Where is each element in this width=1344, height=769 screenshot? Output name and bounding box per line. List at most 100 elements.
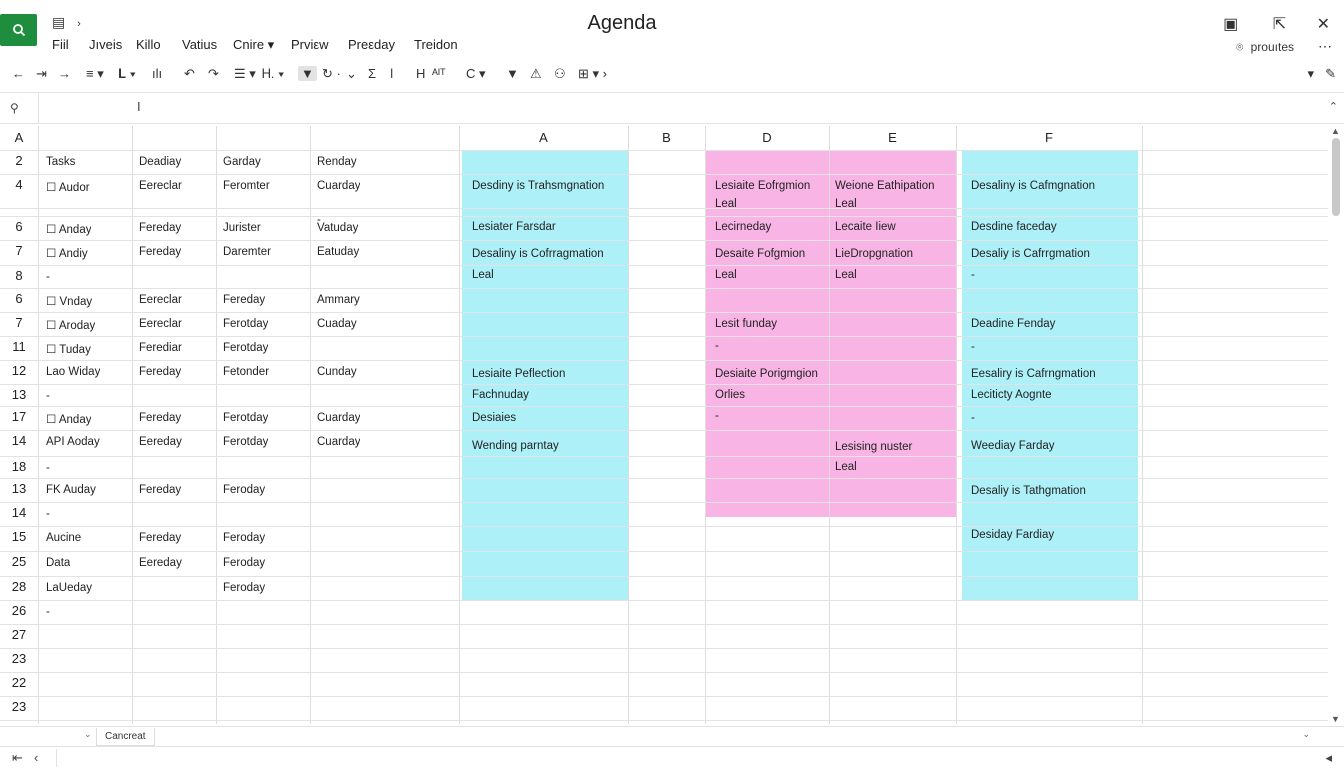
chevron-up-icon[interactable]: ⌃	[1329, 100, 1338, 113]
table-cell[interactable]: API Aoday	[46, 436, 100, 448]
cell-d-9[interactable]: Orlies	[715, 389, 745, 401]
rotate-icon[interactable]: ↻ ·	[322, 66, 341, 82]
table-cell[interactable]: FK Auday	[46, 484, 96, 496]
formula-input-cursor[interactable]: I	[137, 99, 141, 114]
warning-icon[interactable]: ⚠	[530, 66, 542, 82]
table-cell[interactable]: -	[46, 508, 50, 520]
table-cell[interactable]: Cuarday	[317, 180, 360, 192]
row-number[interactable]: 6	[0, 291, 38, 306]
row-number[interactable]: 14	[0, 433, 38, 448]
row-number[interactable]: 13	[0, 481, 38, 496]
bold-icon[interactable]: 𝐋 ▾	[118, 66, 136, 82]
cell-a-3[interactable]: Desaliny is Cofrragmation	[472, 248, 604, 260]
user-icon[interactable]: ⚇	[554, 66, 566, 82]
nav-first-icon[interactable]: ⇤	[12, 750, 23, 766]
table-cell[interactable]: Fereday	[139, 532, 181, 544]
table-cell[interactable]: Feroday	[223, 582, 265, 594]
spreadsheet-grid[interactable]: A A B D E F 2 Tasks Deadiay Garday Renday 4 ☐ …	[0, 126, 1328, 724]
row-number[interactable]: 23	[0, 699, 38, 714]
redo-icon[interactable]: ↷	[208, 66, 219, 82]
table-cell[interactable]: Data	[46, 557, 70, 569]
cell-a-1[interactable]: Desdiny is Trahsmgnation	[472, 180, 604, 192]
row-number[interactable]: 13	[0, 387, 38, 402]
chevron-down-icon[interactable]: ⌄	[84, 729, 92, 740]
table-cell[interactable]: Renday	[317, 156, 357, 168]
table-cell[interactable]: Feroday	[223, 484, 265, 496]
format-icon[interactable]: Ꮋ. ▾	[262, 66, 284, 82]
table-cell[interactable]: Eereclar	[139, 294, 182, 306]
row-number[interactable]: 11	[0, 339, 38, 354]
table-cell[interactable]: ☐ Anday	[46, 412, 91, 426]
menu-item-3[interactable]: Killo	[136, 37, 161, 52]
scroll-down-icon[interactable]: ▼	[1331, 714, 1340, 724]
edit-pen-icon[interactable]: ✎	[1325, 66, 1336, 82]
table-cell[interactable]: Fereday	[139, 246, 181, 258]
column-header-f[interactable]: F	[956, 126, 1142, 150]
table-cell[interactable]: Fereday	[139, 366, 181, 378]
text-format-icon[interactable]: H	[416, 66, 425, 81]
table-cell[interactable]: Eatuday	[317, 246, 359, 258]
row-number[interactable]: 12	[0, 363, 38, 378]
table-cell[interactable]: Lao Widay	[46, 366, 100, 378]
table-cell[interactable]: Ferotday	[223, 436, 268, 448]
table-cell[interactable]: Fereday	[139, 222, 181, 234]
table-cell[interactable]: Ferotday	[223, 318, 268, 330]
vertical-scrollbar[interactable]: ▲ ▼	[1328, 126, 1344, 724]
cell-d-8[interactable]: Desiaite Porigmgion	[715, 368, 818, 380]
row-number[interactable]: 27	[0, 627, 38, 642]
cell-e-3[interactable]: Lecaite Iiew	[835, 221, 896, 233]
align-icon[interactable]: ≡ ▾	[86, 66, 104, 82]
cell-d-7[interactable]: -	[715, 340, 719, 352]
row-number[interactable]: 23	[0, 651, 38, 666]
cell-d-10[interactable]: -	[715, 410, 719, 422]
column-header-a[interactable]: A	[459, 126, 628, 150]
arrow-icon[interactable]: ⇥	[36, 66, 47, 82]
cell-a-2[interactable]: Lesiater Farsdar	[472, 221, 556, 233]
table-cell[interactable]: Tasks	[46, 156, 75, 168]
currency-icon[interactable]: C ▾	[466, 66, 486, 82]
row-number[interactable]: 6	[0, 219, 38, 234]
table-cell[interactable]: -	[46, 271, 50, 283]
cell-d-3[interactable]: Lecirneday	[715, 221, 771, 233]
nav-prev-icon[interactable]: ‹	[34, 750, 38, 765]
table-cell[interactable]: Cuarday	[317, 412, 360, 424]
cell-f-9[interactable]: -	[971, 412, 975, 424]
menu-item-4[interactable]: Vatius	[182, 37, 217, 52]
row-number[interactable]: 22	[0, 675, 38, 690]
cell-e-7[interactable]: Leal	[835, 461, 857, 473]
table-icon[interactable]: ⊞ ▾ ›	[578, 66, 607, 82]
table-cell[interactable]: -	[46, 606, 50, 618]
cell-f-8[interactable]: Leciticty Aognte	[971, 389, 1052, 401]
column-header-d[interactable]: D	[705, 126, 829, 150]
table-cell[interactable]: Deadiay	[139, 156, 181, 168]
table-cell[interactable]: ☐ Vnday	[46, 294, 92, 308]
table-cell[interactable]: ☐ Andiy	[46, 246, 88, 260]
scroll-up-icon[interactable]: ▲	[1331, 126, 1340, 136]
table-cell[interactable]: Eereclar	[139, 180, 182, 192]
table-cell[interactable]: Jurister	[223, 222, 261, 234]
table-cell[interactable]: Cuarday	[317, 436, 360, 448]
cell-e-5[interactable]: Leal	[835, 269, 857, 281]
profile-area[interactable]: ⌾ prouıtes	[1236, 40, 1294, 55]
close-icon[interactable]: ✕	[1317, 16, 1330, 33]
table-cell[interactable]: Eereday	[139, 557, 182, 569]
share-icon[interactable]: ⇱	[1273, 16, 1286, 33]
row-number[interactable]: 4	[0, 177, 38, 192]
dropdown-icon[interactable]: ▾	[1307, 66, 1314, 82]
row-number[interactable]: 17	[0, 409, 38, 424]
cell-e-6[interactable]: Lesising nuster	[835, 441, 912, 453]
layout-icon[interactable]: ▣	[1223, 16, 1238, 33]
list-icon[interactable]: ☰ ▾	[234, 66, 256, 82]
corner-header[interactable]: A	[0, 130, 38, 145]
row-number[interactable]: 7	[0, 315, 38, 330]
search-icon[interactable]: ⚲	[10, 101, 19, 115]
menu-item-7[interactable]: Preεday	[348, 37, 395, 52]
table-cell[interactable]: Vatuday	[317, 222, 358, 234]
cell-a-7[interactable]: Desiaies	[472, 412, 516, 424]
row-number[interactable]: 8	[0, 268, 38, 283]
table-cell[interactable]: Fetonder	[223, 366, 269, 378]
table-cell[interactable]: -	[46, 462, 50, 474]
table-cell[interactable]: Feroday	[223, 557, 265, 569]
table-cell[interactable]: Ferotday	[223, 342, 268, 354]
row-number[interactable]: 14	[0, 505, 38, 520]
